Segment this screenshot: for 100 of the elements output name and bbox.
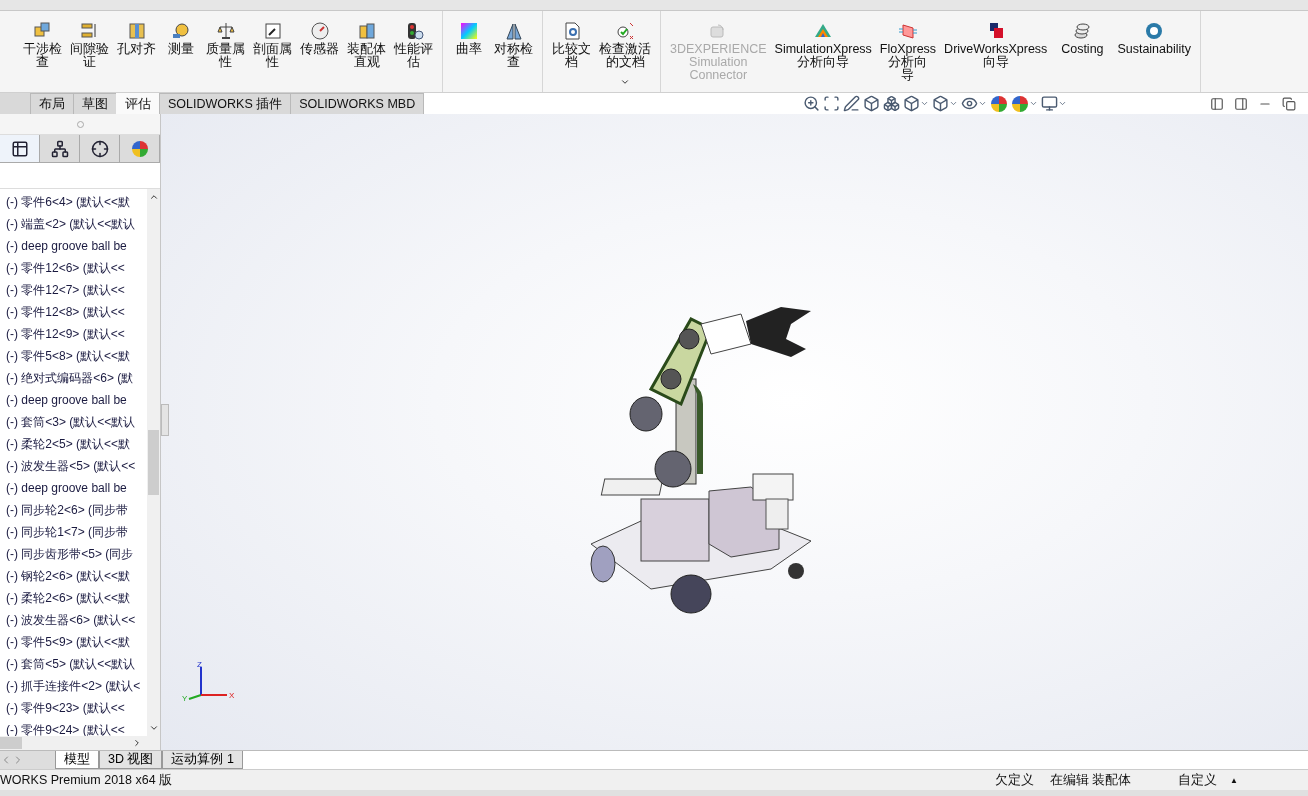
ribbon-button[interactable]: 干涉检 查 [20, 21, 65, 69]
tree-item[interactable]: (-) 零件6<4> (默认<<默 [0, 191, 147, 213]
ribbon-button[interactable]: 质量属 性 [203, 21, 248, 69]
scroll-up-icon[interactable] [148, 192, 159, 202]
zoom-icon[interactable] [803, 95, 820, 112]
units-caret[interactable]: ▲ [1230, 775, 1238, 785]
tool-icon [503, 21, 524, 41]
ribbon-button[interactable]: 间隙验 证 [67, 21, 112, 69]
command-tab[interactable]: 草图 [73, 93, 117, 114]
scroll-thumb[interactable] [148, 430, 159, 495]
panel-right-icon[interactable] [1234, 96, 1248, 111]
tool-icon [171, 21, 191, 41]
ribbon-button[interactable]: 对称检 查 [491, 21, 536, 69]
ribbon-button[interactable]: Costing [1052, 21, 1113, 56]
tree-item[interactable]: (-) deep groove ball be [0, 389, 147, 411]
feature-tree-icon [10, 139, 29, 158]
restore-icon[interactable] [1282, 96, 1296, 111]
model-tab[interactable]: 3D 视图 [99, 751, 163, 769]
tool-icon [1144, 21, 1165, 41]
parts-icon[interactable] [883, 95, 900, 112]
graphics-viewport[interactable]: Z Y X [161, 114, 1308, 750]
model-tab[interactable]: 模型 [55, 751, 99, 769]
panel-tab[interactable] [0, 135, 40, 162]
tool-icon [459, 21, 479, 41]
ribbon-button[interactable]: 比较文 档 [549, 21, 594, 69]
color-wheel-icon [130, 139, 149, 158]
tree-item[interactable]: (-) 零件5<8> (默认<<默 [0, 345, 147, 367]
product-version: WORKS Premium 2018 x64 版 [0, 771, 174, 789]
tree-item[interactable]: (-) 同步轮2<6> (同步带 [0, 499, 147, 521]
tree-item[interactable]: (-) 零件9<23> (默认<< [0, 697, 147, 719]
caret-icon[interactable] [920, 99, 929, 108]
ribbon-button[interactable]: 孔对齐 [114, 21, 159, 56]
tree-item[interactable]: (-) 抓手连接件<2> (默认< [0, 675, 147, 697]
tree-item[interactable]: (-) 端盖<2> (默认<<默认 [0, 213, 147, 235]
tree-item[interactable]: (-) 零件12<7> (默认<< [0, 279, 147, 301]
ribbon-button[interactable]: 测量 [161, 21, 201, 56]
monitor-icon[interactable] [1041, 95, 1058, 112]
scrollbar[interactable] [0, 736, 160, 750]
tree-item[interactable]: (-) 波发生器<6> (默认<< [0, 609, 147, 631]
eye-icon[interactable] [961, 95, 978, 112]
ribbon-button[interactable]: 剖面属 性 [250, 21, 295, 69]
ribbon-button[interactable]: 曲率 [449, 21, 489, 56]
color-wheel-icon [1011, 94, 1029, 113]
ribbon-button[interactable]: 性能评 估 [391, 21, 436, 69]
caret-icon[interactable] [949, 99, 958, 108]
command-tab[interactable]: 布局 [30, 93, 74, 114]
tree-item[interactable]: (-) deep groove ball be [0, 477, 147, 499]
tree-item[interactable]: (-) 零件12<8> (默认<< [0, 301, 147, 323]
tree-item[interactable]: (-) deep groove ball be [0, 235, 147, 257]
panel-left-icon[interactable] [1210, 96, 1224, 111]
scrollbar[interactable] [147, 189, 160, 736]
tree-item[interactable]: (-) 套筒<3> (默认<<默认 [0, 411, 147, 433]
tree-item[interactable]: (-) 零件12<6> (默认<< [0, 257, 147, 279]
tree-item[interactable]: (-) 同步齿形带<5> (同步 [0, 543, 147, 565]
tool-icon [215, 21, 236, 41]
color-wheel-icon [990, 94, 1008, 113]
tree-item[interactable]: (-) 零件12<9> (默认<< [0, 323, 147, 345]
crosshair-icon [90, 139, 109, 158]
tool-icon [126, 21, 147, 41]
caret-icon[interactable] [1058, 99, 1067, 108]
tree-item[interactable]: (-) 同步轮1<7> (同步带 [0, 521, 147, 543]
command-tab[interactable]: SOLIDWORKS MBD [290, 93, 425, 114]
units-text: 自定义 [1178, 771, 1218, 789]
ribbon-button[interactable]: FloXpress 分析向 导 [876, 21, 940, 82]
scroll-right-icon[interactable] [132, 738, 142, 748]
tool-icon [356, 21, 377, 41]
caret-icon[interactable] [1029, 99, 1038, 108]
ribbon-button[interactable]: 检查激活 的文档 [596, 21, 654, 87]
tree-item[interactable]: (-) 零件5<9> (默认<<默 [0, 631, 147, 653]
tree-item[interactable]: (-) 绝对式编码器<6> (默 [0, 367, 147, 389]
axis-label: Y [182, 694, 188, 703]
axis-label: Z [197, 660, 202, 669]
tree-item[interactable]: (-) 钢轮2<6> (默认<<默 [0, 565, 147, 587]
axis-label: X [229, 691, 235, 700]
tool-icon [615, 21, 635, 41]
tree-item[interactable]: (-) 套筒<5> (默认<<默认 [0, 653, 147, 675]
tree-item[interactable]: (-) 零件9<24> (默认<< [0, 719, 147, 736]
scroll-down-icon[interactable] [148, 723, 159, 733]
pen-icon[interactable] [843, 95, 860, 112]
ribbon-button[interactable]: Sustainability [1114, 21, 1195, 56]
ribbon-button[interactable]: DriveWorksXpress 向导 [941, 21, 1051, 69]
ribbon-button[interactable]: 传感器 [297, 21, 342, 56]
tool-icon [897, 21, 918, 41]
zoom-area-icon[interactable] [823, 95, 840, 112]
scroll-thumb[interactable] [0, 737, 22, 749]
ribbon-button[interactable]: 装配体 直观 [344, 21, 389, 69]
status-text: 在编辑 装配体 [1050, 771, 1133, 789]
tree-item[interactable]: (-) 波发生器<5> (默认<< [0, 455, 147, 477]
tree-item[interactable]: (-) 柔轮2<6> (默认<<默 [0, 587, 147, 609]
command-tab[interactable]: 评估 [116, 93, 160, 114]
ribbon-button[interactable]: SimulationXpress 分析向导 [771, 21, 875, 69]
command-tab[interactable]: SOLIDWORKS 插件 [159, 93, 292, 114]
splitter-handle[interactable] [161, 404, 169, 436]
tool-icon [262, 21, 283, 41]
model-tab[interactable]: 运动算例 1 [162, 751, 243, 769]
tree-item[interactable]: (-) 柔轮2<5> (默认<<默 [0, 433, 147, 455]
status-text: 欠定义 [995, 771, 1035, 789]
tool-icon [309, 21, 330, 41]
caret-icon[interactable] [978, 99, 987, 108]
property-tree-icon [50, 139, 69, 158]
